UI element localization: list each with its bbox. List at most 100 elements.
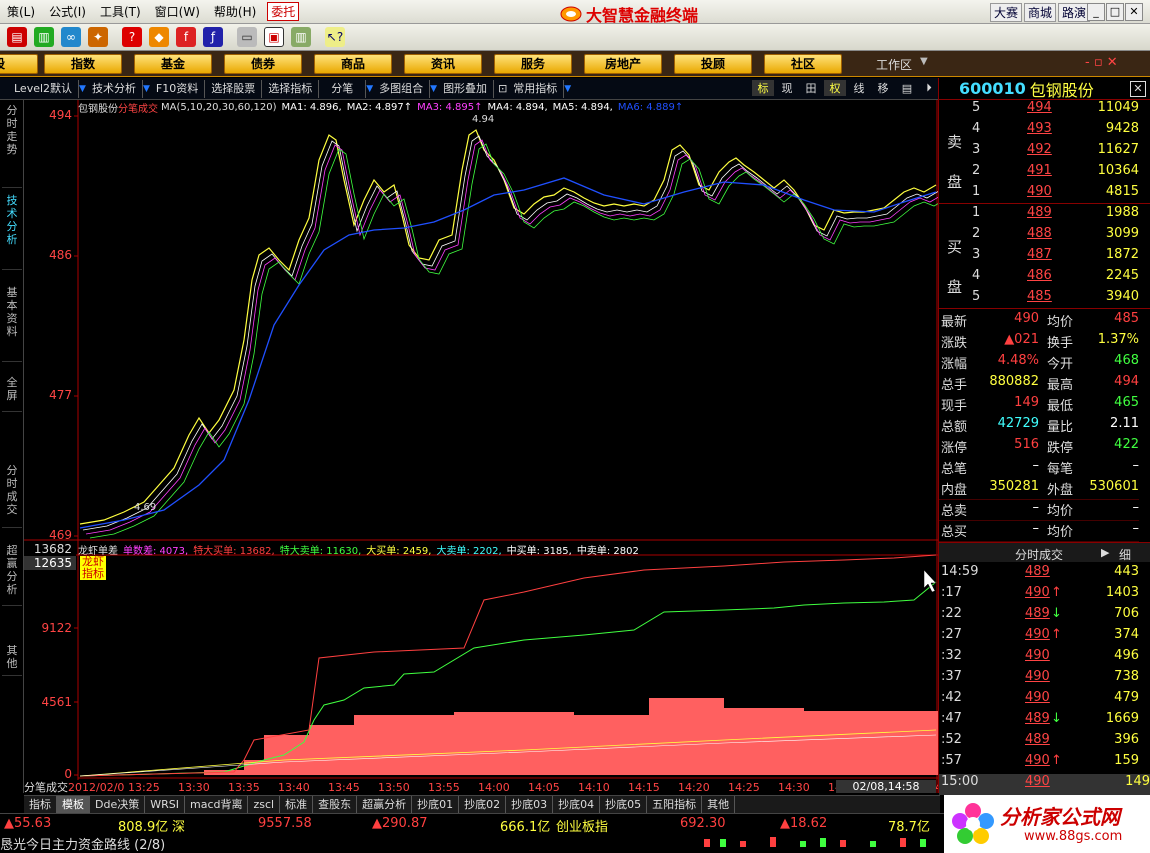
bottom-tab[interactable]: 五阳指标 bbox=[647, 796, 703, 813]
bottom-tab[interactable]: 抄底05 bbox=[600, 796, 648, 813]
level2-default[interactable]: Level2默认 bbox=[0, 79, 80, 98]
vtab-other[interactable]: 其他 bbox=[2, 640, 22, 676]
panel-window-controls[interactable]: - ▫ ✕ bbox=[1085, 55, 1118, 70]
nav-fund[interactable]: 基金 bbox=[134, 54, 212, 74]
overlay[interactable]: 图形叠加 bbox=[437, 79, 495, 98]
vtab-ticks[interactable]: 分时成交 bbox=[2, 460, 22, 528]
level-price[interactable]: 491 bbox=[1027, 163, 1052, 178]
tick-row[interactable]: :32 490 496 bbox=[939, 648, 1139, 669]
bottom-tab[interactable]: 标准 bbox=[280, 796, 314, 813]
chart-icon[interactable]: ▤ bbox=[7, 27, 27, 47]
tech-analysis[interactable]: 技术分析 bbox=[86, 79, 143, 98]
menu-item[interactable]: 工具(T) bbox=[93, 3, 148, 20]
dropdown-icon[interactable]: ▼ bbox=[430, 84, 437, 94]
print-icon[interactable]: ▭ bbox=[237, 27, 257, 47]
bottom-tab[interactable]: 其他 bbox=[702, 796, 736, 813]
bottom-tab[interactable]: 超赢分析 bbox=[357, 796, 413, 813]
vtab-tech[interactable]: 技术分析 bbox=[2, 190, 22, 270]
nav-realestate[interactable]: 房地产 bbox=[584, 54, 662, 74]
function-icon[interactable]: ƒ bbox=[203, 27, 223, 47]
dropdown-icon[interactable]: ▼ bbox=[79, 84, 86, 94]
tab-rights[interactable]: 权 bbox=[824, 80, 846, 96]
menu-item[interactable]: 策(L) bbox=[0, 3, 42, 20]
info-icon[interactable]: ? bbox=[122, 27, 142, 47]
common-indicators[interactable]: 常用指标 bbox=[507, 79, 565, 98]
binoculars-icon[interactable]: ∞ bbox=[61, 27, 81, 47]
window-icon[interactable]: ▣ bbox=[264, 27, 284, 47]
tab-mark[interactable]: 标 bbox=[752, 80, 774, 96]
level-price[interactable]: 492 bbox=[1027, 142, 1052, 157]
nav-advisor[interactable]: 投顾 bbox=[674, 54, 752, 74]
bottom-tab[interactable]: zscl bbox=[248, 796, 281, 813]
level-price[interactable]: 486 bbox=[1027, 268, 1052, 283]
level-price[interactable]: 489 bbox=[1027, 205, 1052, 220]
collapse-icon[interactable]: ⏵ bbox=[918, 81, 940, 95]
vtab-basic[interactable]: 基本资料 bbox=[2, 282, 22, 362]
menu-item[interactable]: 窗口(W) bbox=[148, 3, 207, 20]
maximize-icon[interactable]: □ bbox=[1106, 3, 1124, 21]
dropdown-icon[interactable]: ▼ bbox=[143, 84, 150, 94]
help-cursor-icon[interactable]: ↖? bbox=[325, 27, 345, 47]
bars-icon[interactable]: ▥ bbox=[34, 27, 54, 47]
bottom-tab[interactable]: 模板 bbox=[57, 796, 90, 813]
f10-info[interactable]: F10资料 bbox=[150, 79, 206, 98]
minimize-icon[interactable]: _ bbox=[1087, 3, 1105, 21]
diamond-icon[interactable]: ◆ bbox=[149, 27, 169, 47]
tick-panel-label[interactable]: 分笔成交 bbox=[24, 779, 68, 795]
level-price[interactable]: 488 bbox=[1027, 226, 1052, 241]
nav-commodity[interactable]: 商品 bbox=[314, 54, 392, 74]
tab-move[interactable]: 移 bbox=[872, 80, 894, 96]
books-icon[interactable]: ▥ bbox=[291, 27, 311, 47]
close-panel-icon[interactable]: ✕ bbox=[1130, 80, 1146, 97]
vtab-intraday[interactable]: 分时走势 bbox=[2, 100, 22, 188]
bottom-tab[interactable]: 抄底03 bbox=[506, 796, 554, 813]
tick-row[interactable]: :22 489 ↓ 706 bbox=[939, 606, 1139, 627]
tab-line[interactable]: 线 bbox=[848, 80, 870, 96]
mall-button[interactable]: 商城 bbox=[1024, 3, 1057, 22]
tick-row[interactable]: :47 489 ↓ 1669 bbox=[939, 711, 1139, 732]
f-icon[interactable]: f bbox=[176, 27, 196, 47]
menu-item[interactable]: 帮助(H) bbox=[207, 3, 263, 20]
nav-index[interactable]: 指数 bbox=[44, 54, 122, 74]
tick-row[interactable]: :17 490 ↑ 1403 bbox=[939, 585, 1139, 606]
delegate-button[interactable]: 委托 bbox=[267, 2, 300, 21]
expand-icon[interactable]: ▶ bbox=[1101, 546, 1109, 559]
tick-row[interactable]: :57 490 ↑ 159 bbox=[939, 753, 1139, 774]
vtab-super[interactable]: 超赢分析 bbox=[2, 540, 22, 606]
bottom-tab[interactable]: macd背离 bbox=[185, 796, 249, 813]
select-stock[interactable]: 选择股票 bbox=[205, 79, 263, 98]
nav-news[interactable]: 资讯 bbox=[404, 54, 482, 74]
tab-grid[interactable]: 田 bbox=[800, 80, 822, 96]
tick-row[interactable]: 14:59 489 443 bbox=[939, 564, 1139, 585]
detail-button[interactable]: 细 bbox=[1119, 546, 1131, 563]
nav-bond[interactable]: 债券 bbox=[224, 54, 302, 74]
multi-chart[interactable]: 多图组合 bbox=[373, 79, 431, 98]
level-price[interactable]: 487 bbox=[1027, 247, 1052, 262]
tick-row[interactable]: :52 489 396 bbox=[939, 732, 1139, 753]
workspace-label[interactable]: 工作区 bbox=[876, 56, 912, 73]
level-price[interactable]: 490 bbox=[1027, 184, 1052, 199]
tick-row[interactable]: :42 490 479 bbox=[939, 690, 1139, 711]
tick-mode[interactable]: 分笔 bbox=[319, 79, 367, 98]
lock-icon[interactable]: ⊡ bbox=[498, 82, 507, 95]
nav-service[interactable]: 服务 bbox=[494, 54, 572, 74]
bottom-tab[interactable]: Dde决策 bbox=[90, 796, 146, 813]
level-price[interactable]: 493 bbox=[1027, 121, 1052, 136]
tick-row[interactable]: :27 490 ↑ 374 bbox=[939, 627, 1139, 648]
chart-area[interactable]: 包钢股份 分笔成交 MA(5,10,20,30,60,120) MA1: 4.8… bbox=[24, 100, 946, 795]
level-price[interactable]: 494 bbox=[1027, 100, 1052, 115]
contest-button[interactable]: 大赛 bbox=[990, 3, 1023, 22]
select-indicator[interactable]: 选择指标 bbox=[262, 79, 320, 98]
nav-stock[interactable]: 股 bbox=[0, 54, 38, 74]
bottom-tab[interactable]: 抄底01 bbox=[412, 796, 460, 813]
close-icon[interactable]: ✕ bbox=[1125, 3, 1143, 21]
bottom-tab[interactable]: 查股东 bbox=[313, 796, 358, 813]
bottom-tab[interactable]: 抄底02 bbox=[459, 796, 507, 813]
tab-now[interactable]: 现 bbox=[776, 80, 798, 96]
indicator-badge[interactable]: 龙虾指标 bbox=[80, 556, 106, 580]
bottom-tab[interactable]: 抄底04 bbox=[553, 796, 601, 813]
bottom-tab[interactable]: WRSI bbox=[145, 796, 185, 813]
tick-row[interactable]: 15:00 490 149 bbox=[939, 774, 1150, 795]
bottom-tab[interactable]: 指标 bbox=[24, 796, 57, 813]
menu-item[interactable]: 公式(I) bbox=[42, 3, 93, 20]
